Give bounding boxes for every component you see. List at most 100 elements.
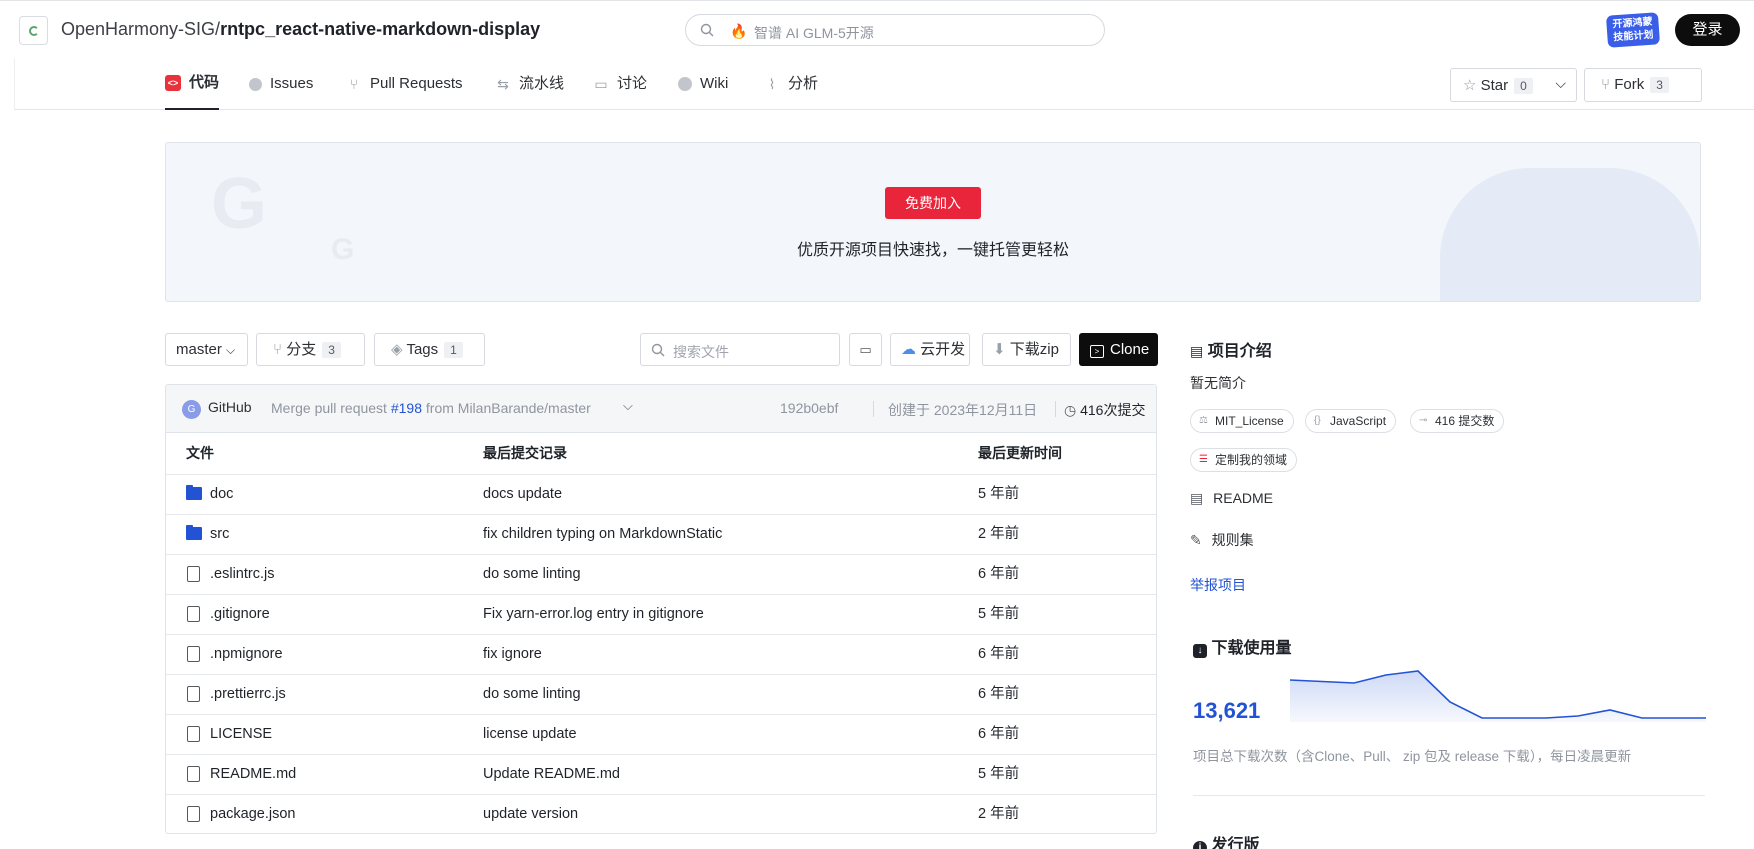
commit-divider-2 — [1055, 401, 1056, 417]
commit-created-date: 创建于 2023年12月11日 — [888, 402, 1038, 418]
report-project-link[interactable]: 举报项目 — [1190, 575, 1246, 595]
file-name[interactable]: LICENSE — [210, 715, 272, 754]
chevron-down-icon: ⌵ — [226, 343, 236, 357]
branch-select[interactable]: master ⌵ — [165, 333, 248, 366]
branch-select-value: master — [176, 341, 222, 358]
table-row[interactable]: .eslintrc.js do some linting 6 年前 — [166, 554, 1156, 594]
expand-commit-chevron-icon[interactable]: ⌵ — [623, 398, 633, 414]
tags-label: Tags — [406, 341, 439, 358]
file-icon — [187, 726, 200, 742]
commit-hash[interactable]: 192b0ebf — [780, 400, 838, 416]
promo-badge-logo[interactable]: 开源鸿蒙 技能计划 — [1605, 12, 1661, 48]
download-zip-button[interactable]: ⬇ 下载zip — [982, 333, 1071, 366]
updated-time: 6 年前 — [978, 646, 1020, 662]
intro-section-title: ▤ 项目介绍 — [1190, 337, 1272, 361]
tags-button[interactable]: ◈ Tags 1 — [374, 333, 485, 366]
commit-message[interactable]: license update — [483, 715, 577, 754]
file-name[interactable]: doc — [210, 475, 233, 514]
commit-message[interactable]: Update README.md — [483, 755, 620, 794]
star-count: 0 — [1514, 78, 1533, 94]
tab-issues[interactable]: Issues — [249, 58, 313, 110]
file-search-input[interactable]: 搜索文件 — [640, 333, 840, 366]
cloud-dev-label: 云开发 — [920, 341, 966, 358]
table-row[interactable]: LICENSE license update 6 年前 — [166, 714, 1156, 754]
file-icon — [187, 606, 200, 622]
tab-pull-requests[interactable]: ⑂ Pull Requests — [346, 58, 463, 110]
table-row[interactable]: README.md Update README.md 5 年前 — [166, 754, 1156, 794]
license-chip[interactable]: ⚖ MIT_License — [1190, 409, 1294, 433]
tab-pipeline[interactable]: ⇆ 流水线 — [495, 58, 564, 110]
commit-message[interactable]: fix children typing on MarkdownStatic — [483, 515, 722, 554]
file-name[interactable]: .npmignore — [210, 635, 283, 674]
tab-discussion[interactable]: ▭ 讨论 — [593, 58, 647, 110]
tab-wiki[interactable]: Wiki — [678, 58, 728, 110]
commit-message-suffix: from MilanBarande/master — [425, 400, 591, 416]
download-icon: ⬇ — [993, 341, 1006, 358]
web-ide-button[interactable]: ▭ — [849, 333, 882, 366]
column-time-header: 最后更新时间 — [978, 445, 1062, 461]
file-name[interactable]: src — [210, 515, 229, 554]
analytics-icon: ⌇ — [768, 76, 776, 92]
file-name[interactable]: package.json — [210, 795, 295, 833]
cloud-dev-button[interactable]: ☁ 云开发 — [890, 333, 970, 366]
promo-badge-text: 开源鸿蒙 技能计划 — [1612, 16, 1654, 44]
commit-message[interactable]: docs update — [483, 475, 562, 514]
login-button[interactable]: 登录 — [1675, 14, 1740, 46]
commit-message[interactable]: do some linting — [483, 675, 581, 714]
commit-count-link[interactable]: ◷ 416次提交 — [1064, 400, 1145, 420]
file-icon — [187, 806, 200, 822]
commit-pr-link[interactable]: #198 — [391, 400, 422, 416]
file-name[interactable]: .gitignore — [210, 595, 270, 634]
downloads-title: 下载使用量 — [1211, 640, 1292, 657]
rules-link[interactable]: ✎ 规则集 — [1190, 530, 1254, 550]
repo-owner-link[interactable]: OpenHarmony-SIG/ — [61, 19, 220, 39]
commit-message[interactable]: update version — [483, 795, 578, 833]
table-row[interactable]: .npmignore fix ignore 6 年前 — [166, 634, 1156, 674]
file-table: G GitHub Merge pull request #198 from Mi… — [165, 384, 1157, 834]
branches-button[interactable]: ⑂ 分支 3 — [256, 333, 365, 366]
commit-icon: ⊸ — [1419, 415, 1428, 426]
clock-icon: ◷ — [1064, 402, 1077, 418]
top-header: OpenHarmony-SIG/rntpc_react-native-markd… — [0, 0, 1754, 58]
file-name[interactable]: .prettierrc.js — [210, 675, 286, 714]
cloud-icon: ☁ — [901, 341, 916, 358]
table-row[interactable]: doc docs update 5 年前 — [166, 474, 1156, 514]
intro-title: 项目介绍 — [1207, 343, 1272, 360]
join-free-button[interactable]: 免费加入 — [885, 187, 981, 219]
column-file-header: 文件 — [186, 445, 214, 461]
global-search-input[interactable]: 🔥 智谱 AI GLM-5开源 — [685, 14, 1105, 46]
commit-message[interactable]: do some linting — [483, 555, 581, 594]
commit-author[interactable]: GitHub — [208, 399, 252, 415]
commit-divider-1 — [873, 401, 874, 417]
table-row[interactable]: package.json update version 2 年前 — [166, 794, 1156, 833]
tab-code[interactable]: <> 代码 — [165, 58, 220, 110]
clone-button[interactable]: > Clone — [1079, 333, 1158, 366]
customize-domain-chip[interactable]: ☰ 定制我的领域 — [1190, 448, 1298, 472]
file-icon — [187, 766, 200, 782]
readme-link[interactable]: ▤ README — [1190, 490, 1273, 507]
commits-chip[interactable]: ⊸ 416 提交数 — [1410, 409, 1505, 433]
table-row[interactable]: src fix children typing on MarkdownStati… — [166, 514, 1156, 554]
banner-deco-g-small-icon: G — [331, 233, 355, 266]
star-button[interactable]: ☆ Star 0 ⌵ — [1450, 68, 1577, 102]
language-chip[interactable]: {} JavaScript — [1305, 409, 1397, 433]
downloads-count: 13,621 — [1193, 698, 1261, 723]
rules-label: 规则集 — [1211, 532, 1254, 548]
file-name[interactable]: README.md — [210, 755, 296, 794]
org-avatar[interactable] — [19, 16, 48, 45]
fork-button[interactable]: ⑂ Fork 3 — [1584, 68, 1702, 102]
readme-icon: ▤ — [1190, 490, 1204, 506]
author-avatar[interactable]: G — [182, 400, 201, 419]
commit-message[interactable]: Fix yarn-error.log entry in gitignore — [483, 595, 704, 634]
commit-message: Merge pull request #198 from MilanBarand… — [271, 400, 591, 416]
tab-analytics[interactable]: ⌇ 分析 — [764, 58, 818, 110]
table-row[interactable]: .prettierrc.js do some linting 6 年前 — [166, 674, 1156, 714]
file-name[interactable]: .eslintrc.js — [210, 555, 274, 594]
scale-icon: ⚖ — [1199, 415, 1208, 426]
wiki-icon — [678, 77, 692, 91]
repo-name-link[interactable]: rntpc_react-native-markdown-display — [220, 19, 540, 39]
star-dropdown-chevron-icon[interactable]: ⌵ — [1555, 75, 1566, 92]
commit-message[interactable]: fix ignore — [483, 635, 542, 674]
fork-count: 3 — [1650, 77, 1669, 93]
table-row[interactable]: .gitignore Fix yarn-error.log entry in g… — [166, 594, 1156, 634]
